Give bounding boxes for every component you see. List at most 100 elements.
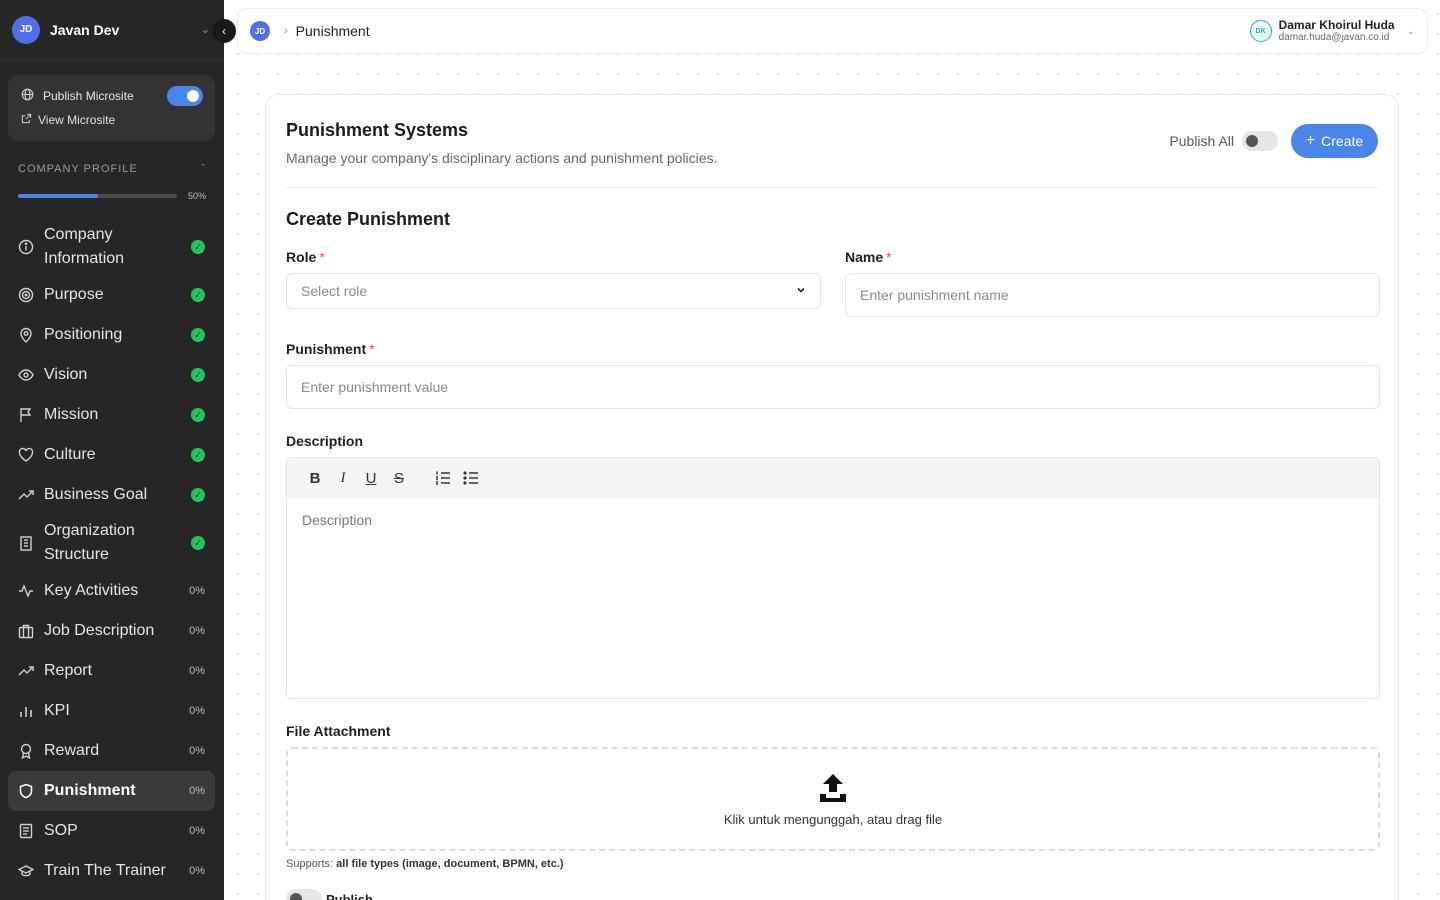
ordered-list-icon (436, 471, 450, 485)
form-title: Create Punishment (286, 209, 451, 229)
building-icon (18, 535, 34, 551)
info-icon (18, 239, 34, 255)
sidebar-item-company-information[interactable]: Company Information ✓ (8, 219, 215, 275)
chevron-right-icon: › (284, 25, 288, 37)
sidebar-item-label: SOP (44, 822, 78, 839)
sidebar-item-report[interactable]: Report 0% (8, 651, 215, 691)
sidebar-item-percent: 0% (189, 625, 205, 637)
section-title: COMPANY PROFILE (18, 163, 138, 175)
trending-up-icon (18, 487, 34, 503)
check-icon: ✓ (191, 408, 205, 422)
punishment-card: Punishment Systems Manage your company's… (265, 94, 1399, 900)
name-input[interactable]: Enter punishment name (845, 273, 1380, 317)
workspace-avatar-small[interactable]: JD (250, 21, 270, 41)
chevron-up-icon: ˆ (201, 163, 206, 175)
file-dropzone[interactable]: Klik untuk mengunggah, atau drag file (286, 747, 1380, 851)
card-header: Punishment Systems Manage your company's… (286, 95, 1378, 188)
company-profile-section[interactable]: COMPANY PROFILE ˆ (18, 163, 206, 175)
description-label: Description (286, 433, 364, 449)
activity-icon (18, 583, 34, 599)
user-menu[interactable]: DK Damar Khoirul Huda damar.huda@javan.c… (1249, 18, 1415, 44)
sidebar-item-label: Report (44, 662, 93, 679)
punishment-input-placeholder: Enter punishment value (301, 379, 449, 395)
sidebar-item-vision[interactable]: Vision ✓ (8, 355, 215, 395)
sidebar-item-mission[interactable]: Mission ✓ (8, 395, 215, 435)
sidebar-item-label: Reward (44, 742, 100, 759)
sidebar-item-percent: 0% (189, 745, 205, 757)
workspace-switcher[interactable]: JD Javan Dev ⌄ (0, 0, 224, 60)
view-microsite-label: View Microsite (38, 113, 116, 127)
publish-toggle[interactable] (286, 889, 322, 900)
description-editor: B I U S Description (286, 457, 1380, 699)
progress-track (18, 194, 177, 198)
check-icon: ✓ (191, 536, 205, 550)
collapse-sidebar-button[interactable]: ‹ (212, 19, 236, 43)
chevron-down-icon: ⌄ (1406, 25, 1415, 37)
name-input-placeholder: Enter punishment name (860, 287, 1009, 303)
sidebar: JD Javan Dev ⌄ Publish Microsite View Mi… (0, 0, 224, 900)
check-icon: ✓ (191, 240, 205, 254)
map-pin-icon (18, 327, 34, 343)
top-bar: JD › Punishment DK Damar Khoirul Huda da… (237, 8, 1428, 54)
sidebar-item-label: Business Goal (44, 486, 148, 503)
check-icon: ✓ (191, 368, 205, 382)
role-label: Role * (286, 249, 325, 265)
sidebar-item-job-description[interactable]: Job Description 0% (8, 611, 215, 651)
ordered-list-button[interactable] (433, 468, 453, 488)
page-title: Punishment Systems (286, 120, 469, 140)
underline-button[interactable]: U (361, 468, 381, 488)
sidebar-item-label: Punishment (44, 782, 136, 799)
sidebar-item-label: Organization Structure (44, 522, 135, 563)
publish-all-toggle[interactable] (1242, 131, 1278, 151)
role-select[interactable]: Select role (286, 273, 821, 309)
check-icon: ✓ (191, 288, 205, 302)
sidebar-item-purpose[interactable]: Purpose ✓ (8, 275, 215, 315)
publish-microsite-label: Publish Microsite (43, 89, 134, 103)
description-textarea[interactable]: Description (287, 498, 1379, 542)
sidebar-item-kpi[interactable]: KPI 0% (8, 691, 215, 731)
file-attachment-label: File Attachment (286, 723, 391, 739)
sidebar-item-label: Mission (44, 406, 99, 423)
breadcrumb: Punishment (295, 23, 370, 39)
bullet-list-icon (463, 471, 478, 485)
strikethrough-button[interactable]: S (389, 468, 409, 488)
bullet-list-button[interactable] (461, 468, 481, 488)
check-icon: ✓ (191, 328, 205, 342)
briefcase-icon (18, 623, 34, 639)
sidebar-nav: Company Information ✓ Purpose ✓ Position… (0, 219, 224, 891)
document-icon (18, 823, 34, 839)
chevron-left-icon: ‹ (222, 24, 226, 38)
eye-icon (18, 367, 34, 383)
award-icon (18, 743, 34, 759)
publish-microsite-toggle[interactable] (167, 86, 203, 106)
trending-up-icon (18, 663, 34, 679)
punishment-label: Punishment * (286, 341, 375, 357)
flag-icon (18, 407, 34, 423)
sidebar-item-label: KPI (44, 702, 70, 719)
sidebar-item-business-goal[interactable]: Business Goal ✓ (8, 475, 215, 515)
sidebar-item-punishment[interactable]: Punishment 0% (8, 771, 215, 811)
sidebar-item-sop[interactable]: SOP 0% (8, 811, 215, 851)
italic-button[interactable]: I (333, 468, 353, 488)
check-icon: ✓ (191, 448, 205, 462)
sidebar-item-organization-structure[interactable]: Organization Structure ✓ (8, 515, 215, 571)
sidebar-item-positioning[interactable]: Positioning ✓ (8, 315, 215, 355)
sidebar-item-train-the-trainer[interactable]: Train The Trainer 0% (8, 851, 215, 891)
sidebar-item-reward[interactable]: Reward 0% (8, 731, 215, 771)
create-button[interactable]: + Create (1291, 124, 1378, 158)
sidebar-item-percent: 0% (189, 705, 205, 717)
punishment-input[interactable]: Enter punishment value (286, 365, 1380, 409)
user-avatar: DK (1249, 20, 1272, 42)
bold-button[interactable]: B (305, 468, 325, 488)
role-select-value: Select role (301, 283, 368, 299)
publish-row: Publish (286, 889, 373, 900)
workspace-avatar: JD (12, 15, 40, 44)
sidebar-item-percent: 0% (189, 825, 205, 837)
plus-icon: + (1305, 132, 1316, 149)
sidebar-item-key-activities[interactable]: Key Activities 0% (8, 571, 215, 611)
view-microsite-link[interactable]: View Microsite (21, 113, 203, 127)
target-icon (18, 287, 34, 303)
sidebar-item-culture[interactable]: Culture ✓ (8, 435, 215, 475)
chevron-down-icon (796, 285, 806, 298)
create-button-label: Create (1321, 133, 1364, 149)
